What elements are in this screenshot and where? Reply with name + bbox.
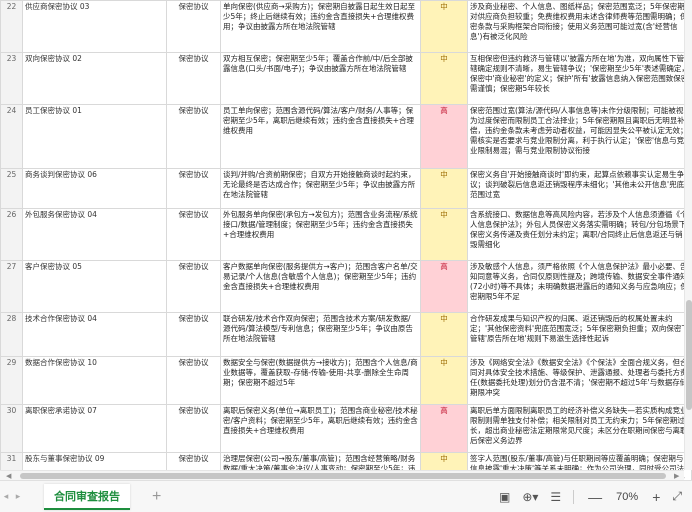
agreement-name-cell[interactable]: 离职保密承诺协议 07: [22, 404, 167, 453]
sheet-tab-contract-review[interactable]: 合同审查报告: [44, 483, 130, 510]
risk-level-cell[interactable]: 高: [420, 260, 468, 313]
agreement-name-cell[interactable]: 员工保密协议 01: [22, 104, 167, 169]
table-row: 22 供应商保密协议 03 保密协议 单向保密(供应商→采购方)；保密期自披露日起生效…: [0, 0, 692, 53]
agreement-name-cell[interactable]: 供应商保密协议 03: [22, 0, 167, 53]
review-table: 22 供应商保密协议 03 保密协议 单向保密(供应商→采购方)；保密期自披露日起生效…: [0, 0, 692, 480]
row-number[interactable]: 27: [0, 260, 23, 313]
agreement-name-cell[interactable]: 商务谈判保密协议 06: [22, 168, 167, 209]
risk-notes-cell[interactable]: 含系统接口、数据信息等高风险内容，若涉及个人信息须遵循《个人信息保护法》；外包人…: [467, 208, 692, 261]
row-number[interactable]: 24: [0, 104, 23, 169]
agreement-name-cell[interactable]: 技术合作保密协议 04: [22, 312, 167, 357]
page-view-icon[interactable]: ▣: [499, 490, 510, 504]
vertical-scrollbar[interactable]: [684, 0, 692, 470]
add-sheet-button[interactable]: +: [152, 488, 161, 506]
agreement-name-cell[interactable]: 客户保密协议 05: [22, 260, 167, 313]
row-number[interactable]: 23: [0, 52, 23, 105]
risk-notes-cell[interactable]: 涉及敏感个人信息，须严格依照《个人信息保护法》最小必要、告知同意等义务，合同仅原…: [467, 260, 692, 313]
risk-notes-cell[interactable]: 互相保密但违约救济与管辖以'披露方所在地'为准，双向属性下管辖确定规则不清晰，易…: [467, 52, 692, 105]
sheet-nav-prev-icon[interactable]: ◂: [0, 491, 12, 502]
vertical-scroll-thumb[interactable]: [686, 300, 692, 410]
table-row: 23 双向保密协议 02 保密协议 双方相互保密；保密期至少5年；覆盖合作前/中/后全…: [0, 52, 692, 105]
agreement-type-cell[interactable]: 保密协议: [166, 312, 221, 357]
zoom-out-button[interactable]: —: [588, 489, 602, 505]
row-number[interactable]: 22: [0, 0, 23, 53]
risk-level-cell[interactable]: 中: [420, 0, 468, 53]
sheet-nav-next-icon[interactable]: ▸: [12, 491, 24, 502]
risk-notes-cell[interactable]: 涉及商业秘密、个人信息、图纸样品；保密范围宽泛；5年保密期对供应商负担较重；免费…: [467, 0, 692, 53]
key-terms-cell[interactable]: 员工单向保密；范围含源代码/算法/客户/财务/人事等；保密期至少5年，离职后继续…: [220, 104, 421, 169]
divider: [573, 489, 575, 504]
risk-level-cell[interactable]: 高: [420, 404, 468, 453]
key-terms-cell[interactable]: 外包服务单向保密(承包方→发包方)；范围含业务流程/系统接口/数据/管理制度；保…: [220, 208, 421, 261]
agreement-type-cell[interactable]: 保密协议: [166, 208, 221, 261]
key-terms-cell[interactable]: 谈判/并购/合资前期保密；自双方开始接触商谈时起约束，无论最终是否达成合作；保密…: [220, 168, 421, 209]
row-number[interactable]: 30: [0, 404, 23, 453]
key-terms-cell[interactable]: 离职后保密义务(单位→离职员工)；范围含商业秘密/技术秘密/客户资料；保密期至少…: [220, 404, 421, 453]
table-row: 30 离职保密承诺协议 07 保密协议 离职后保密义务(单位→离职员工)；范围含商业秘…: [0, 404, 692, 453]
row-number[interactable]: 28: [0, 312, 23, 357]
agreement-type-cell[interactable]: 保密协议: [166, 404, 221, 453]
risk-level-cell[interactable]: 中: [420, 52, 468, 105]
agreement-type-cell[interactable]: 保密协议: [166, 104, 221, 169]
agreement-type-cell[interactable]: 保密协议: [166, 260, 221, 313]
agreement-type-cell[interactable]: 保密协议: [166, 168, 221, 209]
risk-notes-cell[interactable]: 合作研发成果与知识产权的归属、返还销毁后的权属处置未约定；'其他保密资料'兜底范…: [467, 312, 692, 357]
zoom-level[interactable]: 70%: [616, 491, 638, 503]
key-terms-cell[interactable]: 单向保密(供应商→采购方)；保密期自披露日起生效日起至少5年；终止后继续有效；违…: [220, 0, 421, 53]
spreadsheet-grid[interactable]: 22 供应商保密协议 03 保密协议 单向保密(供应商→采购方)；保密期自披露日起生效…: [0, 0, 692, 480]
horizontal-scroll-thumb[interactable]: [20, 473, 666, 479]
key-terms-cell[interactable]: 数据安全与保密(数据提供方→接收方)；范围含个人信息/商业数据等，覆盖获取-存储…: [220, 356, 421, 405]
table-row: 26 外包服务保密协议 04 保密协议 外包服务单向保密(承包方→发包方)；范围含业务…: [0, 208, 692, 261]
risk-level-cell[interactable]: 中: [420, 168, 468, 209]
scroll-left-arrow-icon[interactable]: ◀: [6, 471, 11, 480]
risk-level-cell[interactable]: 高: [420, 104, 468, 169]
row-number[interactable]: 25: [0, 168, 23, 209]
risk-level-cell[interactable]: 中: [420, 356, 468, 405]
table-row: 27 客户保密协议 05 保密协议 客户数据单向保密(服务提供方→客户)；范围含客户名…: [0, 260, 692, 313]
horizontal-scrollbar[interactable]: ◀ ▶: [0, 470, 684, 480]
risk-notes-cell[interactable]: 保密义务自'开始接触商谈时'即约束，起算点依赖事实认定易生争议；谈判破裂后信息返…: [467, 168, 692, 209]
agreement-name-cell[interactable]: 双向保密协议 02: [22, 52, 167, 105]
table-row: 28 技术合作保密协议 04 保密协议 联合研发/技术合作双向保密；范围含技术方案/研…: [0, 312, 692, 357]
scroll-right-arrow-icon[interactable]: ▶: [674, 471, 679, 480]
key-terms-cell[interactable]: 客户数据单向保密(服务提供方→客户)；范围含客户名单/交易记录/个人信息(含敏感…: [220, 260, 421, 313]
risk-notes-cell[interactable]: 离职后单方面限制离职员工的经济补偿义务缺失—若实质构成竞业限制则需单独支付补偿；…: [467, 404, 692, 453]
table-row: 24 员工保密协议 01 保密协议 员工单向保密；范围含源代码/算法/客户/财务/人事…: [0, 104, 692, 169]
risk-level-cell[interactable]: 中: [420, 208, 468, 261]
agreement-name-cell[interactable]: 外包服务保密协议 04: [22, 208, 167, 261]
split-view-icon[interactable]: ⊕▾: [522, 490, 538, 504]
risk-level-cell[interactable]: 中: [420, 312, 468, 357]
row-number[interactable]: 29: [0, 356, 23, 405]
zoom-in-button[interactable]: +: [652, 489, 660, 505]
reading-mode-icon[interactable]: ☰: [550, 490, 561, 504]
key-terms-cell[interactable]: 联合研发/技术合作双向保密；范围含技术方案/研发数据/源代码/算法模型/专利信息…: [220, 312, 421, 357]
agreement-type-cell[interactable]: 保密协议: [166, 356, 221, 405]
key-terms-cell[interactable]: 双方相互保密；保密期至少5年；覆盖合作前/中/后全部披露信息(口头/书面/电子)…: [220, 52, 421, 105]
agreement-type-cell[interactable]: 保密协议: [166, 0, 221, 53]
agreement-name-cell[interactable]: 数据合作保密协议 10: [22, 356, 167, 405]
fullscreen-icon[interactable]: ⤢: [672, 489, 682, 504]
risk-notes-cell[interactable]: 涉及《网络安全法》《数据安全法》《个保法》全面合规义务，但合同对具体安全技术措施…: [467, 356, 692, 405]
row-number[interactable]: 26: [0, 208, 23, 261]
status-bar: ◂ ▸ 合同审查报告 + ▣ ⊕▾ ☰ — 70% + ⤢: [0, 480, 692, 512]
agreement-type-cell[interactable]: 保密协议: [166, 52, 221, 105]
table-row: 25 商务谈判保密协议 06 保密协议 谈判/并购/合资前期保密；自双方开始接触商谈时…: [0, 168, 692, 209]
risk-notes-cell[interactable]: 保密范围过宽(算法/源代码/人事信息等)未作分级限制；可能被视为过度保密而限制员…: [467, 104, 692, 169]
table-row: 29 数据合作保密协议 10 保密协议 数据安全与保密(数据提供方→接收方)；范围含个…: [0, 356, 692, 405]
